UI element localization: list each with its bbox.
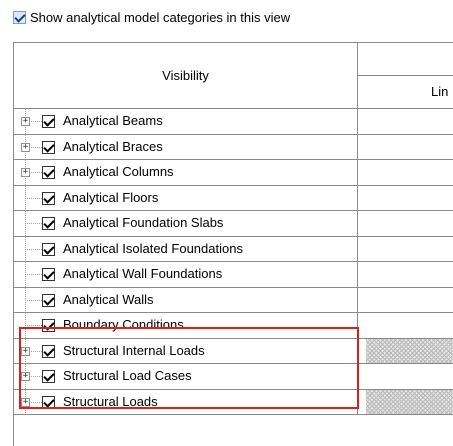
category-label: Analytical Braces — [63, 138, 163, 154]
visibility-cell: Analytical Foundation Slabs — [14, 211, 358, 237]
visibility-checkbox[interactable] — [42, 268, 55, 281]
expand-icon[interactable]: + — [21, 346, 30, 356]
visibility-cell: + Structural Loads — [14, 389, 358, 415]
show-analytical-checkbox[interactable] — [13, 10, 26, 24]
line-cell[interactable] — [358, 186, 453, 211]
category-row[interactable]: Boundary Conditions — [14, 313, 453, 339]
visibility-cell: Analytical Walls — [14, 287, 358, 313]
cell-gap — [358, 389, 366, 414]
visibility-checkbox[interactable] — [42, 115, 55, 128]
category-row[interactable]: + Structural Internal Loads — [14, 338, 453, 364]
visibility-cell: + Structural Load Cases — [14, 364, 358, 390]
category-row[interactable]: + Structural Load Cases — [14, 364, 453, 390]
category-label: Analytical Beams — [63, 113, 163, 128]
tree-connector — [25, 223, 42, 224]
visibility-grid: Visibility Lin + Analytical Beams + Analyti… — [13, 42, 453, 446]
visibility-checkbox[interactable] — [42, 395, 55, 409]
category-label: Analytical Isolated Foundations — [63, 240, 243, 256]
category-label: Structural Load Cases — [63, 368, 192, 383]
visibility-cell: Boundary Conditions — [14, 313, 358, 339]
category-label: Analytical Floors — [63, 189, 159, 205]
line-cell[interactable] — [358, 211, 453, 237]
expand-icon[interactable]: + — [21, 372, 30, 381]
category-row[interactable]: + Structural Loads — [14, 389, 453, 415]
tree-connector — [25, 274, 42, 275]
visibility-cell: + Analytical Columns — [14, 160, 358, 186]
line-cell[interactable] — [358, 364, 453, 390]
visibility-checkbox[interactable] — [42, 140, 55, 154]
line-cell[interactable] — [358, 160, 453, 186]
line-cell[interactable] — [358, 135, 453, 160]
category-label: Structural Internal Loads — [63, 342, 205, 358]
visibility-checkbox[interactable] — [42, 344, 55, 358]
right-column-group-header — [358, 43, 453, 76]
visibility-cell: Analytical Wall Foundations — [14, 262, 358, 288]
category-row[interactable]: Analytical Wall Foundations — [14, 262, 453, 288]
category-label: Analytical Wall Foundations — [63, 266, 223, 281]
expand-icon[interactable]: + — [21, 397, 30, 407]
visibility-checkbox[interactable] — [42, 293, 55, 307]
line-cell[interactable] — [358, 109, 453, 135]
visibility-checkbox[interactable] — [42, 217, 55, 230]
category-row[interactable]: Analytical Walls — [14, 287, 453, 313]
expand-icon[interactable]: + — [21, 117, 30, 126]
tree-connector — [25, 299, 42, 301]
visibility-cell: Analytical Floors — [14, 185, 358, 211]
expand-icon[interactable]: + — [21, 168, 30, 177]
category-label: Analytical Columns — [63, 164, 174, 179]
tree-connector — [25, 197, 42, 199]
visibility-cell: Analytical Isolated Foundations — [14, 236, 358, 262]
line-cell[interactable] — [358, 288, 453, 313]
visibility-cell: + Analytical Beams — [14, 109, 358, 135]
category-row[interactable]: Analytical Foundation Slabs — [14, 211, 453, 237]
category-row[interactable]: Analytical Isolated Foundations — [14, 236, 453, 262]
visibility-checkbox[interactable] — [42, 319, 55, 332]
category-label: Structural Loads — [63, 393, 158, 409]
visibility-checkbox[interactable] — [42, 370, 55, 383]
show-analytical-row[interactable]: Show analytical model categories in this… — [13, 9, 290, 25]
expand-icon[interactable]: + — [21, 142, 30, 152]
category-label: Analytical Walls — [63, 291, 154, 307]
line-cell[interactable] — [358, 313, 453, 339]
hatched-cell[interactable] — [358, 338, 453, 364]
visibility-cell: + Analytical Braces — [14, 134, 358, 160]
visibility-checkbox[interactable] — [42, 166, 55, 179]
visibility-checkbox[interactable] — [42, 191, 55, 205]
category-row[interactable]: + Analytical Beams — [14, 109, 453, 135]
line-column-header[interactable]: Lin — [358, 76, 453, 109]
visibility-column-header[interactable]: Visibility — [14, 43, 358, 109]
tree-connector — [25, 248, 42, 250]
visibility-cell: + Structural Internal Loads — [14, 338, 358, 364]
tree-connector — [25, 325, 42, 326]
line-cell[interactable] — [358, 262, 453, 288]
category-row[interactable]: + Analytical Braces — [14, 134, 453, 160]
category-label: Boundary Conditions — [63, 317, 184, 332]
hatched-cell[interactable] — [358, 389, 453, 415]
category-row[interactable]: Analytical Floors — [14, 185, 453, 211]
category-rows: + Analytical Beams + Analytical Braces + Anal… — [14, 109, 453, 415]
category-row[interactable]: + Analytical Columns — [14, 160, 453, 186]
cell-gap — [358, 338, 366, 363]
show-analytical-label: Show analytical model categories in this… — [30, 9, 291, 25]
visibility-checkbox[interactable] — [42, 242, 55, 256]
line-cell[interactable] — [358, 237, 453, 262]
category-label: Analytical Foundation Slabs — [63, 215, 224, 230]
